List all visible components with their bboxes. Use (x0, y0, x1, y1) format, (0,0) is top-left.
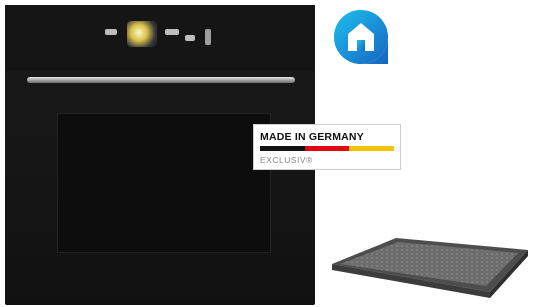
made-in-germany-title: MADE IN GERMANY (260, 131, 364, 143)
made-in-germany-label: MADE IN GERMANY EXCLUSIV® (253, 124, 401, 170)
control-indicator (185, 35, 195, 41)
control-indicator (165, 29, 179, 35)
exclusiv-subtitle: EXCLUSIV® (260, 155, 313, 165)
home-icon (331, 7, 391, 67)
oven-display (127, 21, 157, 47)
oven-control-knob (205, 29, 211, 45)
oven-door-window (57, 113, 271, 253)
german-flag-stripe (260, 146, 395, 151)
control-indicator (105, 29, 117, 35)
oven-control-panel (5, 5, 315, 71)
oven-door-handle (27, 77, 295, 83)
baking-tray-image (330, 236, 530, 302)
